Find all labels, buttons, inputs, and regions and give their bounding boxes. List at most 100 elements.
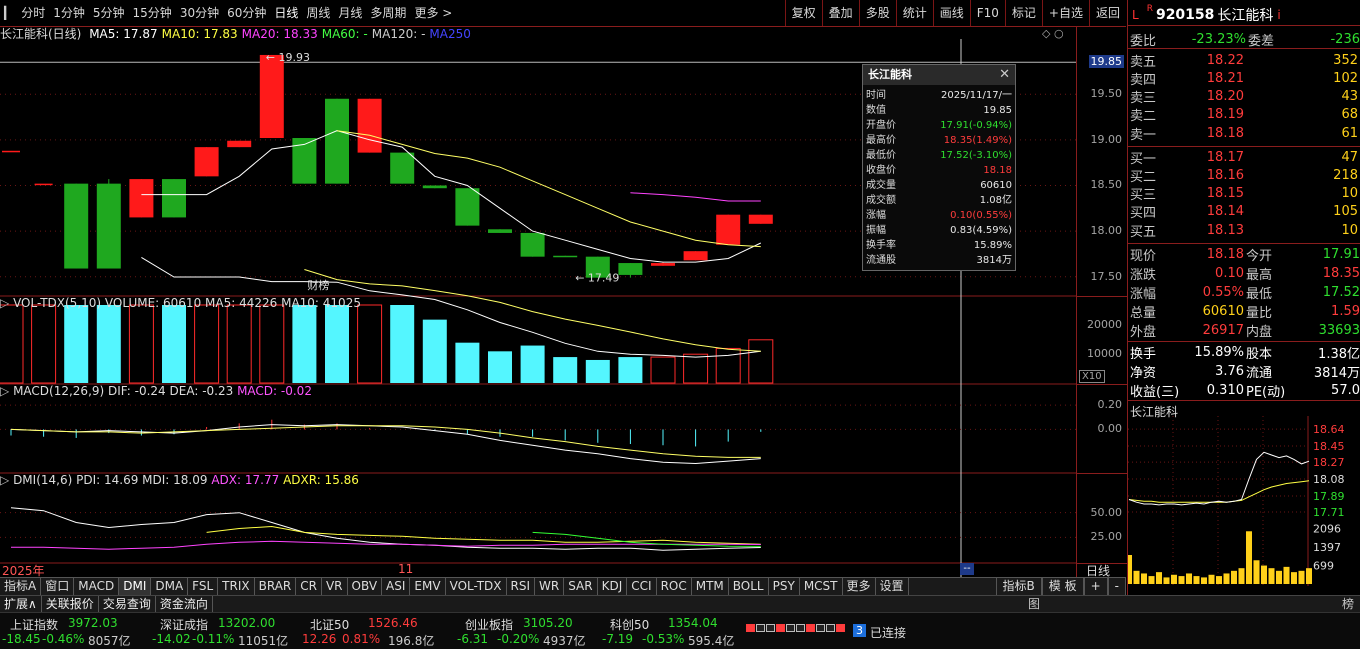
mini-intraday-chart[interactable]: 18.64 18.45 18.27 18.08 17.89 17.71 2096 1397 69… bbox=[1128, 416, 1360, 586]
vol-expand-icon[interactable]: ▷ bbox=[0, 296, 9, 310]
indicator-tab-23[interactable]: MCST bbox=[800, 578, 843, 595]
indicator-tab-16[interactable]: SAR bbox=[564, 578, 598, 595]
indicator-tab-9[interactable]: VR bbox=[322, 578, 348, 595]
orderbook-row[interactable]: 买四 18.14 105 bbox=[1128, 203, 1360, 221]
extra-tab-0[interactable]: 扩展∧ bbox=[0, 596, 42, 612]
period-tab-3[interactable]: 15分钟 bbox=[129, 0, 176, 27]
rank-toggle[interactable]: 榜 bbox=[1342, 596, 1354, 613]
period-tab-6[interactable]: 日线 bbox=[270, 0, 302, 27]
fund-value: 0.310 bbox=[1206, 382, 1244, 398]
indicator-tab-14[interactable]: RSI bbox=[507, 578, 536, 595]
info-icon[interactable]: i bbox=[1277, 8, 1280, 22]
indicator-tab-18[interactable]: CCI bbox=[627, 578, 657, 595]
index-name[interactable]: 北证50 bbox=[310, 616, 349, 633]
indicator-tab-10[interactable]: OBV bbox=[348, 578, 383, 595]
indicator-tab-15[interactable]: WR bbox=[535, 578, 565, 595]
orderbook-row[interactable]: 买三 18.15 10 bbox=[1128, 185, 1360, 203]
orderbook-row[interactable]: 卖二 18.19 68 bbox=[1128, 106, 1360, 124]
macd-expand-icon[interactable]: ▷ bbox=[0, 384, 9, 398]
popup-row: 流通股 3814万 bbox=[863, 253, 1015, 268]
toolbar-action-0[interactable]: 复权 bbox=[784, 0, 822, 26]
toolbar-action-7[interactable]: +自选 bbox=[1041, 0, 1089, 26]
indicator-tab-5[interactable]: FSL bbox=[188, 578, 219, 595]
toolbar-action-8[interactable]: 返回 bbox=[1088, 0, 1126, 26]
indicator-tab-1[interactable]: 窗口 bbox=[41, 578, 75, 595]
period-tab-10[interactable]: 更多 > bbox=[410, 0, 456, 27]
event-marker[interactable]: 财榜 bbox=[307, 278, 329, 292]
stat-value: 26917 bbox=[1202, 322, 1244, 338]
menu-toggle-icon[interactable]: ▎ bbox=[0, 0, 17, 27]
connection-status[interactable]: 已连接 bbox=[870, 624, 906, 641]
index-amount: 196.8亿 bbox=[388, 634, 435, 648]
indicator-tab-17[interactable]: KDJ bbox=[598, 578, 628, 595]
indicator-tab-6[interactable]: TRIX bbox=[218, 578, 255, 595]
extra-tab-1[interactable]: 关联报价 bbox=[42, 596, 99, 612]
stock-name: 长江能科 bbox=[1217, 7, 1274, 24]
indicator-tab-8[interactable]: CR bbox=[296, 578, 322, 595]
indicator-tab-11[interactable]: ASI bbox=[382, 578, 411, 595]
popup-value: 0.83(4.59%) bbox=[950, 225, 1012, 236]
period-tab-9[interactable]: 多周期 bbox=[366, 0, 410, 27]
chart-toggle[interactable]: 图 bbox=[1028, 596, 1040, 613]
orderbook-row[interactable]: 卖五 18.22 352 bbox=[1128, 51, 1360, 70]
indicator-tab-19[interactable]: ROC bbox=[657, 578, 692, 595]
orderbook-row[interactable]: 买五 18.13 10 bbox=[1128, 221, 1360, 240]
indicator-tab-3[interactable]: DMI bbox=[119, 578, 152, 595]
orderbook-row[interactable]: 买一 18.17 47 bbox=[1128, 148, 1360, 167]
indicator-tab-22[interactable]: PSY bbox=[769, 578, 800, 595]
extra-tab-3[interactable]: 资金流向 bbox=[156, 596, 213, 612]
toolbar-action-2[interactable]: 多股 bbox=[858, 0, 896, 26]
indicator-tab-0[interactable]: 指标A bbox=[0, 578, 42, 595]
indicator-right-tab-0[interactable]: 指标B bbox=[995, 578, 1042, 595]
indicator-right-tab-3[interactable]: - bbox=[1107, 578, 1126, 595]
orderbook-label: 买三 bbox=[1130, 188, 1157, 204]
index-name[interactable]: 上证指数 bbox=[10, 616, 58, 633]
indicator-right-tab-1[interactable]: 模 板 bbox=[1041, 578, 1084, 595]
toolbar-action-3[interactable]: 统计 bbox=[895, 0, 933, 26]
axis-divider bbox=[1077, 384, 1127, 385]
toolbar-action-6[interactable]: 标记 bbox=[1004, 0, 1042, 26]
close-icon[interactable]: ✕ bbox=[999, 65, 1010, 85]
index-name[interactable]: 创业板指 bbox=[465, 616, 513, 633]
orderbook-row[interactable]: 卖四 18.21 102 bbox=[1128, 69, 1360, 88]
period-tab-2[interactable]: 5分钟 bbox=[89, 0, 129, 27]
period-tab-0[interactable]: 分时 bbox=[17, 0, 49, 27]
orderbook-row[interactable]: 卖三 18.20 43 bbox=[1128, 88, 1360, 106]
orderbook-row[interactable]: 卖一 18.18 61 bbox=[1128, 124, 1360, 143]
stat-label: 外盘 bbox=[1130, 324, 1157, 340]
period-tab-1[interactable]: 1分钟 bbox=[49, 0, 89, 27]
toolbar-action-4[interactable]: 画线 bbox=[932, 0, 970, 26]
indicator-right-tab-2[interactable]: + bbox=[1083, 578, 1108, 595]
index-name[interactable]: 科创50 bbox=[610, 616, 649, 633]
indicator-tab-20[interactable]: MTM bbox=[692, 578, 729, 595]
index-name[interactable]: 深证成指 bbox=[160, 616, 208, 633]
indicator-tab-4[interactable]: DMA bbox=[151, 578, 189, 595]
period-tab-5[interactable]: 60分钟 bbox=[223, 0, 270, 27]
indicator-tab-21[interactable]: BOLL bbox=[729, 578, 769, 595]
volume-bar bbox=[520, 345, 545, 383]
divider bbox=[1128, 400, 1360, 401]
weibi-label: 委比 bbox=[1130, 33, 1157, 49]
volume-bar bbox=[390, 305, 415, 383]
bar-info-popup[interactable]: 长江能科 ✕ 时间 2025/11/17/一 数值 19.85 开盘价 17.91(-0.… bbox=[862, 64, 1016, 271]
indicator-tab-12[interactable]: EMV bbox=[410, 578, 446, 595]
dmi-legend: ▷ DMI(14,6) PDI: 14.69 MDI: 18.09 ADX: 1… bbox=[0, 473, 359, 487]
period-tab-8[interactable]: 月线 bbox=[334, 0, 366, 27]
pane-ctrl-icons[interactable]: ◇ ○ bbox=[1042, 27, 1064, 40]
indicator-tab-7[interactable]: BRAR bbox=[255, 578, 297, 595]
extra-tab-2[interactable]: 交易查询 bbox=[99, 596, 156, 612]
toolbar-action-5[interactable]: F10 bbox=[969, 0, 1005, 26]
mini-vol-tick: 1397 bbox=[1313, 541, 1341, 554]
indicator-tab-24[interactable]: 更多 bbox=[843, 578, 876, 595]
period-tab-4[interactable]: 30分钟 bbox=[176, 0, 223, 27]
popup-key: 换手率 bbox=[866, 240, 896, 251]
toolbar-action-1[interactable]: 叠加 bbox=[821, 0, 859, 26]
indicator-tab-13[interactable]: VOL-TDX bbox=[446, 578, 507, 595]
period-tab-7[interactable]: 周线 bbox=[302, 0, 334, 27]
orderbook-row[interactable]: 买二 18.16 218 bbox=[1128, 166, 1360, 185]
orderbook-label: 卖三 bbox=[1130, 91, 1157, 107]
indicator-tab-25[interactable]: 设置 bbox=[876, 578, 909, 595]
dmi-expand-icon[interactable]: ▷ bbox=[0, 473, 9, 487]
indicator-tab-2[interactable]: MACD bbox=[74, 578, 120, 595]
mini-volume-bar bbox=[1231, 570, 1237, 584]
